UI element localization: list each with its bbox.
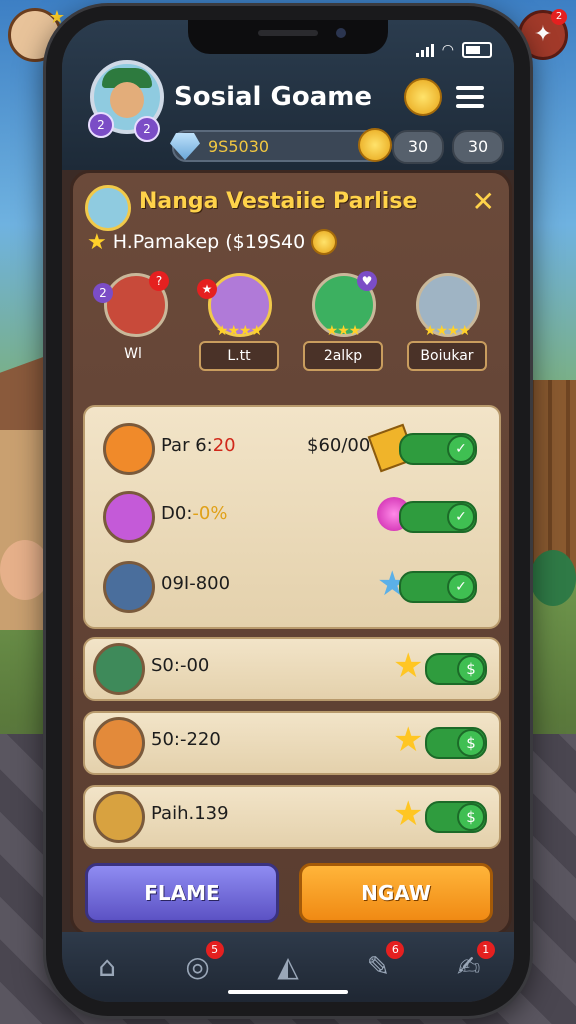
friend-name: L.tt (199, 341, 279, 371)
panel-title: Nanga Vestaiie Parlise (139, 189, 418, 214)
panel-subtitle: H.Pamakep ($19S40 (112, 231, 306, 253)
claim-toggle[interactable]: ✓ (399, 571, 477, 603)
star-icon: ★ (393, 794, 424, 834)
radar-icon[interactable]: ◎ 5 (178, 941, 224, 987)
buy-toggle[interactable]: $ (425, 801, 487, 833)
friend-name: 2alkp (303, 341, 383, 371)
friend-tag: ♥ (357, 271, 377, 291)
friend-stars: ★★★★ (423, 323, 471, 339)
coin-icon[interactable] (404, 78, 442, 116)
dollar-icon: $ (457, 655, 485, 683)
flame-button[interactable]: FLAME (85, 863, 279, 923)
star-icon: ★ (87, 229, 107, 255)
counter-pill-b: 30 (452, 130, 504, 164)
row-label: 50:-220 (151, 729, 221, 750)
row-avatar (93, 791, 145, 843)
star-icon: ★ (393, 646, 424, 686)
face-shape (110, 82, 144, 118)
row-avatar (93, 643, 145, 695)
level-badge: 2 (88, 112, 114, 138)
list-item[interactable]: 50:-220 ★ $ (83, 711, 501, 775)
claim-toggle[interactable]: ✓ (399, 501, 477, 533)
rank-badge: 2 (134, 116, 160, 142)
home-indicator (228, 990, 348, 994)
tools-icon[interactable]: ✎ 6 (358, 941, 405, 987)
pin-icon: ✦ (533, 22, 553, 47)
list-item[interactable]: S0:-00 ★ $ (83, 637, 501, 701)
list-item[interactable]: Paih.139 ★ $ (83, 785, 501, 849)
tab-badge: 5 (205, 941, 224, 959)
close-icon[interactable]: ✕ (472, 185, 495, 218)
friend-name: Wl (124, 346, 142, 362)
reward-panel: Nanga Vestaiie Parlise ✕ ★ H.Pamakep ($1… (70, 170, 512, 936)
tab-badge: 6 (386, 941, 405, 959)
friend-stars: ★★★★ (215, 323, 263, 339)
notification-badge: 2 (551, 9, 567, 25)
coin-icon (358, 128, 392, 162)
reward-list: Par 6:20 $60/00 ✓ D0:-0% ✓ 09I-800 ★ ✓ (83, 405, 501, 629)
counter-pill-a: 30 (392, 130, 444, 164)
row-avatar (103, 491, 155, 543)
row-avatar (103, 561, 155, 613)
menu-icon[interactable] (456, 86, 484, 113)
phone-screen: 2 2 Sosial Goame 9S5030 30 30 ◠ Nanga Ve… (62, 20, 514, 1002)
friend-tag: ? (149, 271, 169, 291)
friend-stars: ★★★ (325, 323, 362, 339)
tab-badge: 1 (476, 941, 495, 959)
ngaw-button[interactable]: NGAW (299, 863, 493, 923)
gem-icon (170, 133, 200, 160)
friend-card[interactable]: ♥ ★★★ 2alkp (295, 271, 391, 373)
row-label: D0:-0% (161, 503, 228, 524)
check-icon: ✓ (447, 573, 475, 601)
claim-toggle[interactable]: ✓ (399, 433, 477, 465)
list-item[interactable]: D0:-0% ✓ (95, 487, 489, 545)
row-avatar (103, 423, 155, 475)
check-icon: ✓ (447, 503, 475, 531)
friend-name: Boiukar (407, 341, 487, 371)
resource-value: 9S5030 (208, 137, 270, 156)
check-icon: ✓ (447, 435, 475, 463)
signal-icon (415, 43, 434, 57)
coin-icon (311, 229, 338, 255)
row-label: Paih.139 (151, 803, 229, 824)
dollar-icon: $ (457, 803, 485, 831)
resource-bar: 9S5030 (170, 128, 392, 162)
home-icon[interactable]: ⌂ (87, 947, 127, 987)
panel-subtitle-row: ★ H.Pamakep ($19S40 (87, 229, 338, 255)
list-item[interactable]: Par 6:20 $60/00 ✓ (95, 419, 489, 477)
star-icon: ★ (393, 720, 424, 760)
panel-avatar (85, 185, 131, 231)
buy-toggle[interactable]: $ (425, 727, 487, 759)
friend-card[interactable]: ★★★★ Boiukar (399, 273, 495, 373)
status-bar: ◠ (415, 42, 492, 58)
buy-toggle[interactable]: $ (425, 653, 487, 685)
friend-level-badge: 2 (93, 283, 113, 303)
friends-list: ? 2 Wl ★ ★★★★ L.tt ♥ ★★★ 2alkp ★★★★ Boiu… (87, 271, 497, 373)
row-label: 09I-800 (161, 573, 231, 594)
row-label: S0:-00 (151, 655, 210, 676)
bg-character-left (0, 540, 50, 600)
bg-character-right (530, 550, 576, 606)
battery-icon (462, 42, 492, 58)
app-title: Sosial Goame (174, 82, 372, 112)
row-label: Par 6:20 (161, 435, 236, 456)
notch (188, 20, 388, 54)
edit-icon[interactable]: ✍ 1 (449, 941, 495, 987)
list-item[interactable]: 09I-800 ★ ✓ (95, 557, 489, 615)
friend-card[interactable]: ★ ★★★★ L.tt (191, 273, 287, 373)
map-icon[interactable]: ◭ (268, 947, 308, 987)
friend-card[interactable]: ? 2 Wl (87, 271, 183, 373)
phone-frame: 2 2 Sosial Goame 9S5030 30 30 ◠ Nanga Ve… (46, 6, 530, 1016)
wifi-icon: ◠ (441, 42, 454, 58)
dollar-icon: $ (457, 729, 485, 757)
row-avatar (93, 717, 145, 769)
friend-tag: ★ (197, 279, 217, 299)
row-amount: $60/00 (307, 435, 371, 456)
